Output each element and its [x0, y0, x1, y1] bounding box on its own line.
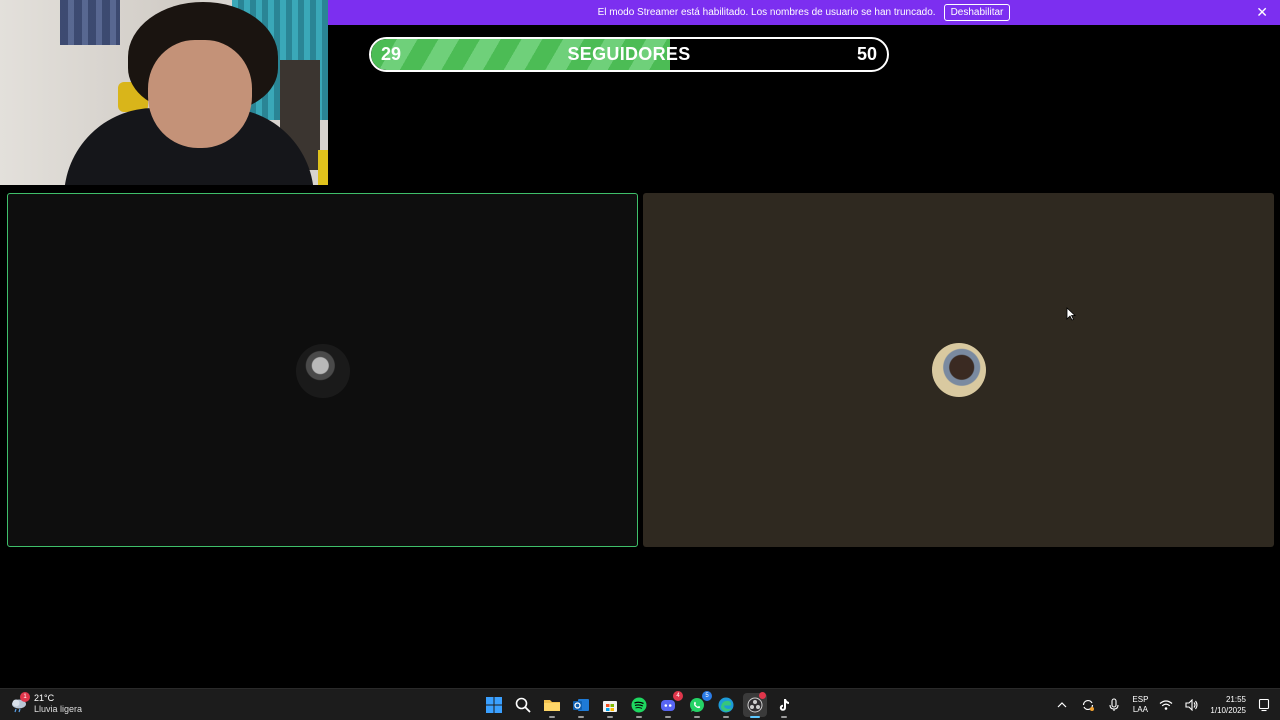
follower-goal-target: 50 — [856, 44, 877, 64]
spotify-button[interactable] — [627, 693, 651, 718]
active-indicator — [750, 716, 760, 718]
running-indicator — [578, 716, 584, 718]
weather-condition: Lluvia ligera — [34, 704, 83, 714]
discord-notification-badge: 4 — [673, 691, 683, 701]
tiktok-button[interactable] — [772, 693, 796, 718]
mouse-cursor-icon — [1066, 307, 1077, 326]
store-button[interactable] — [598, 693, 622, 718]
sync-icon[interactable] — [1080, 697, 1096, 713]
webcam-yellow-object-2 — [318, 150, 328, 185]
running-indicator — [694, 716, 700, 718]
weather-widget[interactable]: 1 21°C Lluvia ligera — [10, 692, 83, 715]
running-indicator — [607, 716, 613, 718]
obs-icon — [747, 697, 763, 713]
webcam-hanging-clothes — [60, 0, 120, 45]
follower-goal-label: SEGUIDORES — [567, 44, 691, 64]
follower-goal-bar: 29 SEGUIDORES 50 — [369, 37, 889, 72]
windows-icon — [486, 697, 502, 713]
search-button[interactable] — [511, 693, 535, 717]
webcam-person-face — [148, 40, 252, 148]
edge-icon — [718, 697, 734, 713]
discord-button[interactable]: 4 — [656, 691, 683, 718]
start-button[interactable] — [482, 693, 506, 717]
running-indicator — [781, 716, 787, 718]
close-icon[interactable]: ✕ — [1256, 4, 1268, 20]
whatsapp-button[interactable]: 5 — [685, 691, 712, 718]
running-indicator — [723, 716, 729, 718]
file-explorer-button[interactable] — [540, 693, 564, 718]
running-indicator — [665, 716, 671, 718]
search-icon — [515, 697, 531, 713]
language-code: ESP — [1132, 695, 1149, 704]
webcam-feed — [0, 0, 328, 185]
disable-streamer-mode-button[interactable]: Deshabilitar — [943, 4, 1011, 21]
weather-temperature: 21°C — [34, 693, 55, 703]
screen: El modo Streamer está habilitado. Los no… — [0, 0, 1280, 720]
spotify-icon — [631, 697, 647, 713]
input-language-indicator[interactable]: ESP LAA — [1132, 695, 1148, 715]
clock-time: 21:55 — [1225, 695, 1246, 704]
streamer-mode-message: El modo Streamer está habilitado. Los no… — [597, 7, 936, 18]
keyboard-layout-code: LAA — [1132, 705, 1148, 714]
participant-avatar — [296, 344, 350, 398]
clock[interactable]: 21:55 1/10/2025 — [1210, 694, 1246, 716]
whatsapp-notification-badge: 5 — [702, 691, 712, 701]
clock-date: 1/10/2025 — [1210, 706, 1246, 715]
taskbar: 1 21°C Lluvia ligera 4 5 ESP LAA 21:55 1… — [0, 688, 1280, 720]
taskbar-apps: 4 5 — [482, 691, 796, 718]
rain-cloud-icon: 1 — [10, 692, 30, 713]
folder-icon — [544, 700, 560, 711]
obs-recording-indicator — [759, 692, 766, 699]
chevron-up-icon[interactable] — [1054, 697, 1070, 713]
outlook-icon — [573, 699, 589, 711]
running-indicator — [636, 716, 642, 718]
edge-button[interactable] — [714, 693, 738, 718]
store-icon — [603, 701, 617, 712]
outlook-button[interactable] — [569, 693, 593, 718]
participant-tile[interactable] — [643, 193, 1274, 547]
participant-tile-speaking[interactable] — [7, 193, 638, 547]
running-indicator — [549, 716, 555, 718]
weather-alert-badge: 1 — [20, 692, 30, 702]
tiktok-icon — [779, 699, 789, 711]
wifi-icon[interactable] — [1158, 697, 1174, 713]
participant-avatar — [932, 343, 986, 397]
notification-bell-icon[interactable] — [1256, 697, 1272, 713]
obs-button[interactable] — [743, 692, 767, 718]
microphone-icon[interactable] — [1106, 697, 1122, 713]
volume-icon[interactable] — [1184, 697, 1200, 713]
system-tray: ESP LAA 21:55 1/10/2025 — [1054, 689, 1272, 720]
streamer-mode-banner: El modo Streamer está habilitado. Los no… — [328, 0, 1280, 25]
